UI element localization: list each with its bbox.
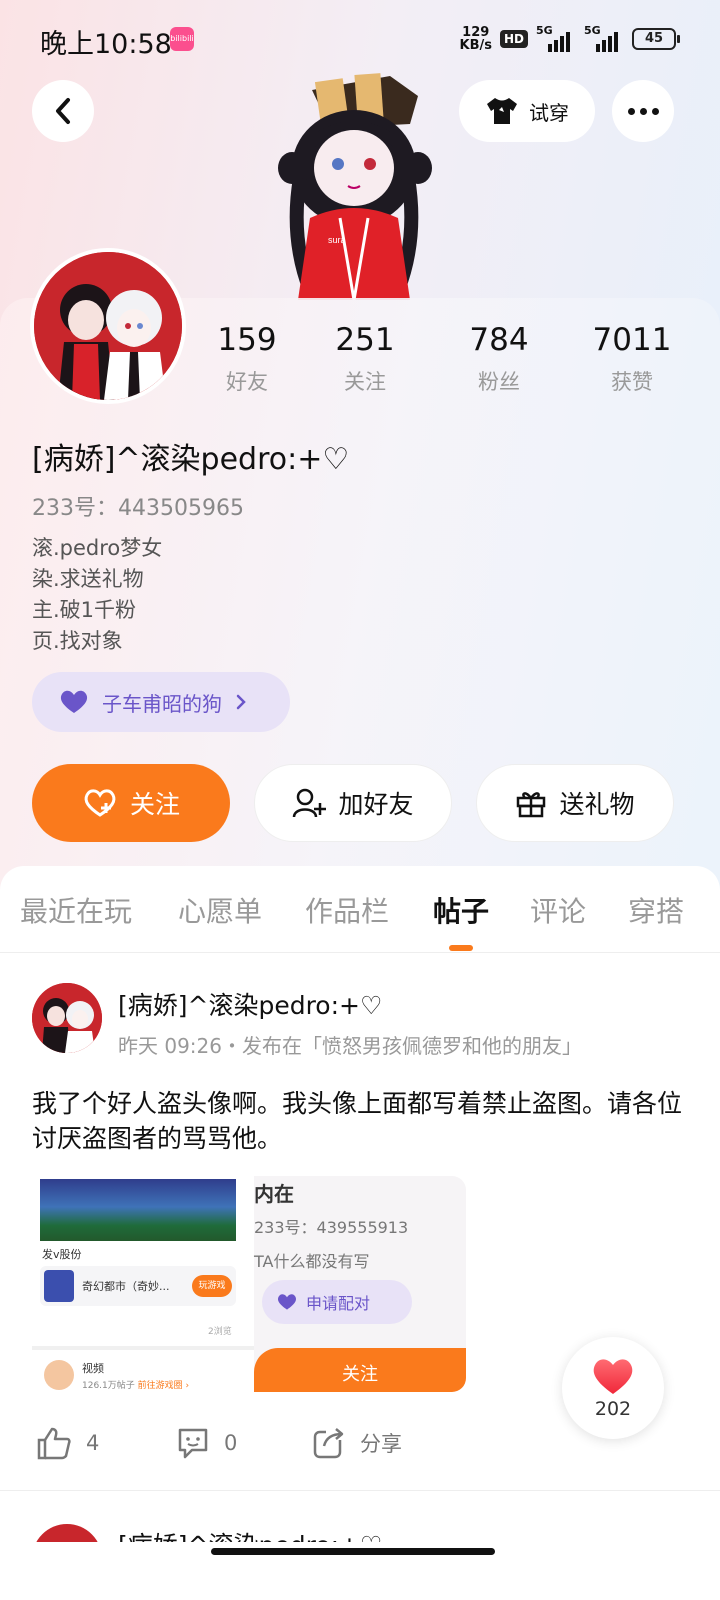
signal-icon: 5G <box>584 24 624 52</box>
floating-like-count: 202 <box>594 1398 632 1420</box>
post-author-avatar[interactable] <box>32 983 102 1053</box>
tab-wishlist[interactable]: 心愿单 <box>178 890 262 930</box>
active-tab-indicator <box>449 945 473 951</box>
chevron-left-icon <box>56 98 70 124</box>
post-actions: 4 0 分享 <box>32 1426 452 1466</box>
dot <box>639 107 647 115</box>
status-indicators: 129 KB/s HD 5G 5G 45 <box>459 24 680 54</box>
post-image-right-screenshot: 内在 233号：439555913 TA什么都没有写 申请配对 关注 <box>254 1176 466 1392</box>
tab-outfits[interactable]: 穿搭 <box>628 890 684 930</box>
add-friend-button[interactable]: 加好友 <box>254 764 452 842</box>
heart-icon <box>278 1294 296 1310</box>
follow-button[interactable]: 关注 <box>32 764 230 842</box>
post-meta[interactable]: 昨天 09:26・发布在「愤怒男孩佩德罗和他的朋友」 <box>118 1030 582 1059</box>
dot <box>651 107 659 115</box>
cp-relation-chip[interactable]: 子车甫昭的狗 <box>32 672 290 732</box>
bilibili-app-icon: bilibili <box>170 27 194 51</box>
comment-count: 0 <box>224 1431 238 1455</box>
home-indicator[interactable] <box>211 1548 495 1555</box>
tab-recently-played[interactable]: 最近在玩 <box>20 890 132 930</box>
game-preview-thumbnail <box>40 1179 236 1241</box>
send-gift-label: 送礼物 <box>559 790 635 819</box>
profile-bio: 滚.pedro梦女 染.求送礼物 主.破1千粉 页.找对象 <box>32 533 162 657</box>
stat-following[interactable]: 251 关注 <box>300 322 430 396</box>
try-on-button[interactable]: 试穿 <box>459 80 595 142</box>
bio-line: 页.找对象 <box>32 629 123 653</box>
add-user-icon <box>293 788 327 818</box>
tab-comments[interactable]: 评论 <box>530 890 586 930</box>
send-gift-button[interactable]: 送礼物 <box>476 764 674 842</box>
profile-avatar[interactable] <box>30 248 186 404</box>
hd-voice-icon: HD <box>499 30 528 48</box>
heart-icon <box>60 690 88 713</box>
video-icon <box>44 1360 74 1390</box>
comment-button[interactable]: 0 <box>176 1426 237 1460</box>
like-count: 4 <box>86 1431 100 1455</box>
stat-followers[interactable]: 784 粉丝 <box>434 322 564 396</box>
post-author-avatar <box>32 1524 102 1542</box>
thumbs-up-icon <box>37 1427 71 1460</box>
next-post-preview[interactable]: [病娇]^滚染pedro:+♡ <box>32 1522 692 1542</box>
add-friend-label: 加好友 <box>338 790 414 819</box>
heart-icon <box>593 1359 633 1394</box>
gift-icon <box>517 792 546 818</box>
svg-text:sura: sura <box>328 235 346 245</box>
bio-line: 染.求送礼物 <box>32 567 144 591</box>
follow-button-preview: 关注 <box>254 1348 466 1392</box>
post-author-name[interactable]: [病娇]^滚染pedro:+♡ <box>118 986 382 1022</box>
status-bar: 晚上10:58 bilibili 129 KB/s HD 5G 5G 45 <box>0 0 720 76</box>
tab-works[interactable]: 作品栏 <box>305 890 389 930</box>
share-icon <box>313 1428 344 1459</box>
dot <box>627 107 635 115</box>
like-button[interactable]: 4 <box>36 1426 99 1460</box>
floating-like-button[interactable]: 202 <box>562 1337 664 1439</box>
post-image-left-screenshot: 发v股份 奇幻都市（奇妙... 玩游戏 2浏览 视频 126.1万帖子 前往游戏… <box>32 1176 254 1392</box>
bio-line: 滚.pedro梦女 <box>32 536 163 560</box>
battery-icon: 45 <box>632 28 680 50</box>
share-button[interactable]: 分享 <box>312 1426 402 1460</box>
chevron-right-icon <box>236 694 246 710</box>
post-text[interactable]: 我了个好人盗头像啊。我头像上面都写着禁止盗图。请各位讨厌盗图者的骂骂他。 <box>32 1086 692 1156</box>
bio-line: 主.破1千粉 <box>32 598 137 622</box>
comment-icon <box>178 1428 208 1459</box>
game-row: 奇幻都市（奇妙... 玩游戏 <box>40 1266 236 1306</box>
back-button[interactable] <box>32 80 94 142</box>
cp-label: 子车甫昭的狗 <box>102 691 222 716</box>
divider <box>0 952 720 953</box>
stat-likes[interactable]: 7011 获赞 <box>567 322 697 396</box>
post-image[interactable]: 发v股份 奇幻都市（奇妙... 玩游戏 2浏览 视频 126.1万帖子 前往游戏… <box>32 1176 466 1392</box>
share-label: 分享 <box>360 1432 402 1456</box>
tshirt-icon <box>487 98 517 124</box>
heart-plus-icon <box>84 789 116 817</box>
pair-chip: 申请配对 <box>262 1280 412 1324</box>
divider <box>0 1490 720 1491</box>
more-options-button[interactable] <box>612 80 674 142</box>
avatar-character-illustration: sura <box>270 68 440 301</box>
tab-posts[interactable]: 帖子 <box>433 890 489 930</box>
game-icon <box>44 1270 74 1302</box>
profile-username: [病娇]^滚染pedro:+♡ <box>32 442 350 477</box>
signal-icon: 5G <box>536 24 576 52</box>
profile-uid[interactable]: 233号：443505965 <box>32 490 244 522</box>
status-time: 晚上10:58 <box>40 29 172 60</box>
try-on-label: 试穿 <box>529 100 569 125</box>
follow-label: 关注 <box>129 790 180 819</box>
network-speed: 129 KB/s <box>459 25 492 53</box>
stat-friends[interactable]: 159 好友 <box>182 322 312 396</box>
